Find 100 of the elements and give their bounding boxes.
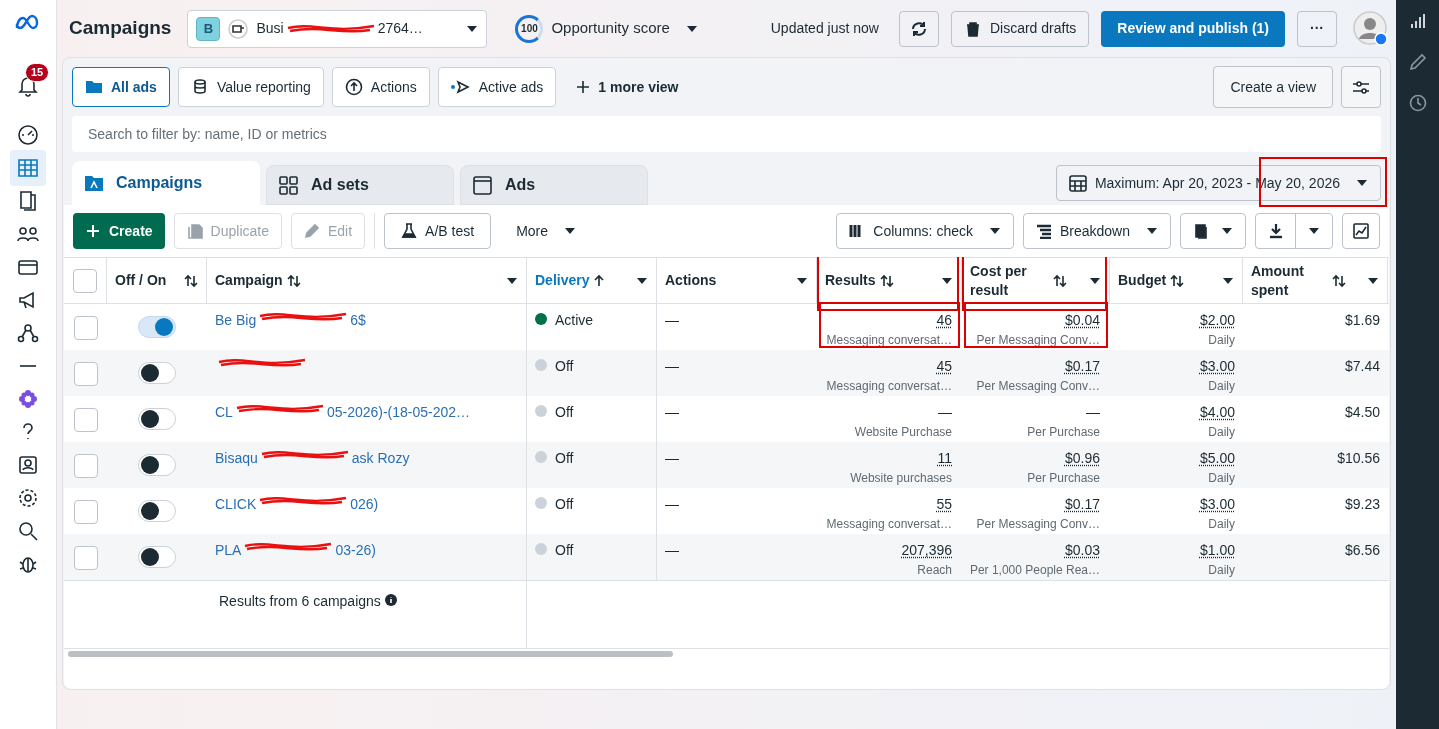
toggle-switch[interactable]: [138, 454, 176, 476]
gauge-icon[interactable]: [17, 124, 39, 146]
campaign-link[interactable]: 05-2026)-(18-05-202…: [326, 402, 471, 423]
metric-value[interactable]: 45: [936, 356, 952, 377]
calendar-icon: [1068, 174, 1087, 192]
toggle-switch[interactable]: [138, 316, 176, 338]
metric-value[interactable]: $0.04: [1064, 310, 1100, 331]
sort-icon[interactable]: [1332, 273, 1346, 288]
column-header[interactable]: Amount spent: [1251, 261, 1311, 300]
metric-value[interactable]: $0.17: [1064, 494, 1100, 515]
account-selector[interactable]: B Busi 2764…: [187, 9, 488, 48]
column-header[interactable]: Actions: [665, 271, 717, 290]
metric-value[interactable]: 46: [936, 310, 952, 331]
metric-value[interactable]: $3.00: [1199, 356, 1235, 377]
metric-value[interactable]: $0.17: [1064, 356, 1100, 377]
caret-icon: [685, 24, 698, 33]
toggle-switch[interactable]: [138, 546, 176, 568]
column-header[interactable]: Cost per result: [970, 261, 1030, 300]
sort-icon[interactable]: [184, 273, 198, 288]
filter-settings-button[interactable]: [1341, 66, 1381, 108]
publish-button[interactable]: Review and publish (1): [1101, 10, 1285, 47]
campaign-link[interactable]: Be Big: [215, 310, 257, 331]
ab-test-button[interactable]: A/B test: [384, 213, 492, 249]
sort-icon[interactable]: [1052, 273, 1067, 288]
columns-dropdown[interactable]: Columns: check: [836, 213, 1014, 249]
sort-icon[interactable]: [286, 273, 301, 288]
column-header[interactable]: Budget: [1118, 271, 1167, 290]
more-dropdown[interactable]: More: [500, 213, 593, 249]
metric-value[interactable]: $2.00: [1199, 310, 1235, 331]
view-tab[interactable]: All ads: [72, 67, 170, 107]
network-icon[interactable]: [17, 322, 39, 344]
opportunity-score[interactable]: 100 Opportunity score: [515, 14, 698, 43]
settings-icon[interactable]: [17, 487, 39, 509]
toggle-switch[interactable]: [138, 500, 176, 522]
flower-icon[interactable]: [17, 388, 39, 410]
search-field[interactable]: Search to filter by: name, ID or metrics: [72, 116, 1381, 152]
metric-value[interactable]: 207,396: [901, 540, 952, 561]
level-tab[interactable]: Ads: [460, 165, 648, 205]
metric-value[interactable]: 11: [937, 448, 952, 469]
campaign-link[interactable]: CLICK: [215, 494, 257, 515]
column-header[interactable]: Campaign: [215, 271, 283, 290]
campaign-link[interactable]: PLA: [215, 540, 242, 561]
metric-value[interactable]: 55: [936, 494, 952, 515]
view-tab[interactable]: Value reporting: [177, 67, 324, 107]
bell-icon[interactable]: [17, 75, 39, 97]
bar-chart-icon[interactable]: [1409, 12, 1426, 30]
metric-label: Per Messaging Conv…: [976, 332, 1100, 349]
metric-value[interactable]: $3.00: [1199, 494, 1235, 515]
metric-value[interactable]: $0.96: [1064, 448, 1100, 469]
toggle-switch[interactable]: [138, 362, 176, 384]
refresh-button[interactable]: [898, 10, 939, 47]
clock-icon[interactable]: [1408, 94, 1427, 112]
row-checkbox[interactable]: [73, 500, 98, 524]
column-header[interactable]: Delivery: [535, 271, 590, 290]
campaign-link[interactable]: 03-26): [335, 540, 376, 561]
window-icon: [473, 175, 493, 195]
toggle-switch[interactable]: [138, 408, 176, 430]
reports-dropdown[interactable]: [1180, 213, 1246, 249]
campaign-link[interactable]: CL: [215, 402, 233, 423]
metric-value[interactable]: $4.00: [1199, 402, 1235, 423]
metric-value[interactable]: $1.00: [1199, 540, 1235, 561]
select-all-checkbox[interactable]: [73, 268, 97, 293]
metric-value[interactable]: $5.00: [1199, 448, 1235, 469]
view-tab[interactable]: Active ads: [437, 67, 557, 107]
level-tab[interactable]: Ad sets: [266, 165, 454, 205]
sort-icon[interactable]: [1170, 273, 1185, 288]
more-button[interactable]: ···: [1297, 10, 1337, 47]
chart-button[interactable]: [1342, 213, 1380, 249]
caret-icon: [1221, 227, 1233, 235]
row-checkbox[interactable]: [73, 362, 98, 386]
column-header[interactable]: Results: [825, 271, 876, 290]
contact-icon[interactable]: [17, 454, 39, 476]
row-checkbox[interactable]: [73, 454, 98, 478]
more-views-button[interactable]: 1 more view: [564, 67, 691, 107]
sort-up-icon[interactable]: [593, 273, 606, 288]
view-tab[interactable]: Actions: [331, 67, 430, 107]
table-icon[interactable]: [17, 157, 39, 179]
pages-icon[interactable]: [17, 190, 39, 212]
discard-drafts-button[interactable]: Discard drafts: [950, 10, 1090, 47]
caret-icon: [1089, 276, 1101, 285]
table-cell: —: [665, 450, 679, 466]
row-checkbox[interactable]: [73, 316, 98, 340]
campaign-link[interactable]: 6$: [350, 310, 366, 331]
breakdown-dropdown[interactable]: Breakdown: [1022, 213, 1171, 249]
metric-value[interactable]: $0.03: [1064, 540, 1100, 561]
level-tab[interactable]: Campaigns: [72, 161, 260, 205]
row-checkbox[interactable]: [73, 408, 98, 432]
profile-avatar[interactable]: [1353, 11, 1388, 46]
search-icon[interactable]: [17, 520, 39, 542]
column-header[interactable]: Off / On: [115, 271, 175, 290]
scrollbar-thumb[interactable]: [68, 651, 673, 657]
campaign-link[interactable]: Bisaqu: [215, 448, 258, 469]
pencil-icon[interactable]: [1407, 52, 1428, 72]
row-checkbox[interactable]: [73, 546, 98, 570]
campaign-link[interactable]: 026): [350, 494, 379, 515]
campaign-link[interactable]: ask Rozy: [351, 448, 410, 469]
sort-icon[interactable]: [879, 273, 894, 288]
create-view-button[interactable]: Create a view: [1213, 66, 1333, 108]
delivery-status: Off: [555, 495, 574, 514]
create-button[interactable]: Create: [73, 213, 165, 249]
